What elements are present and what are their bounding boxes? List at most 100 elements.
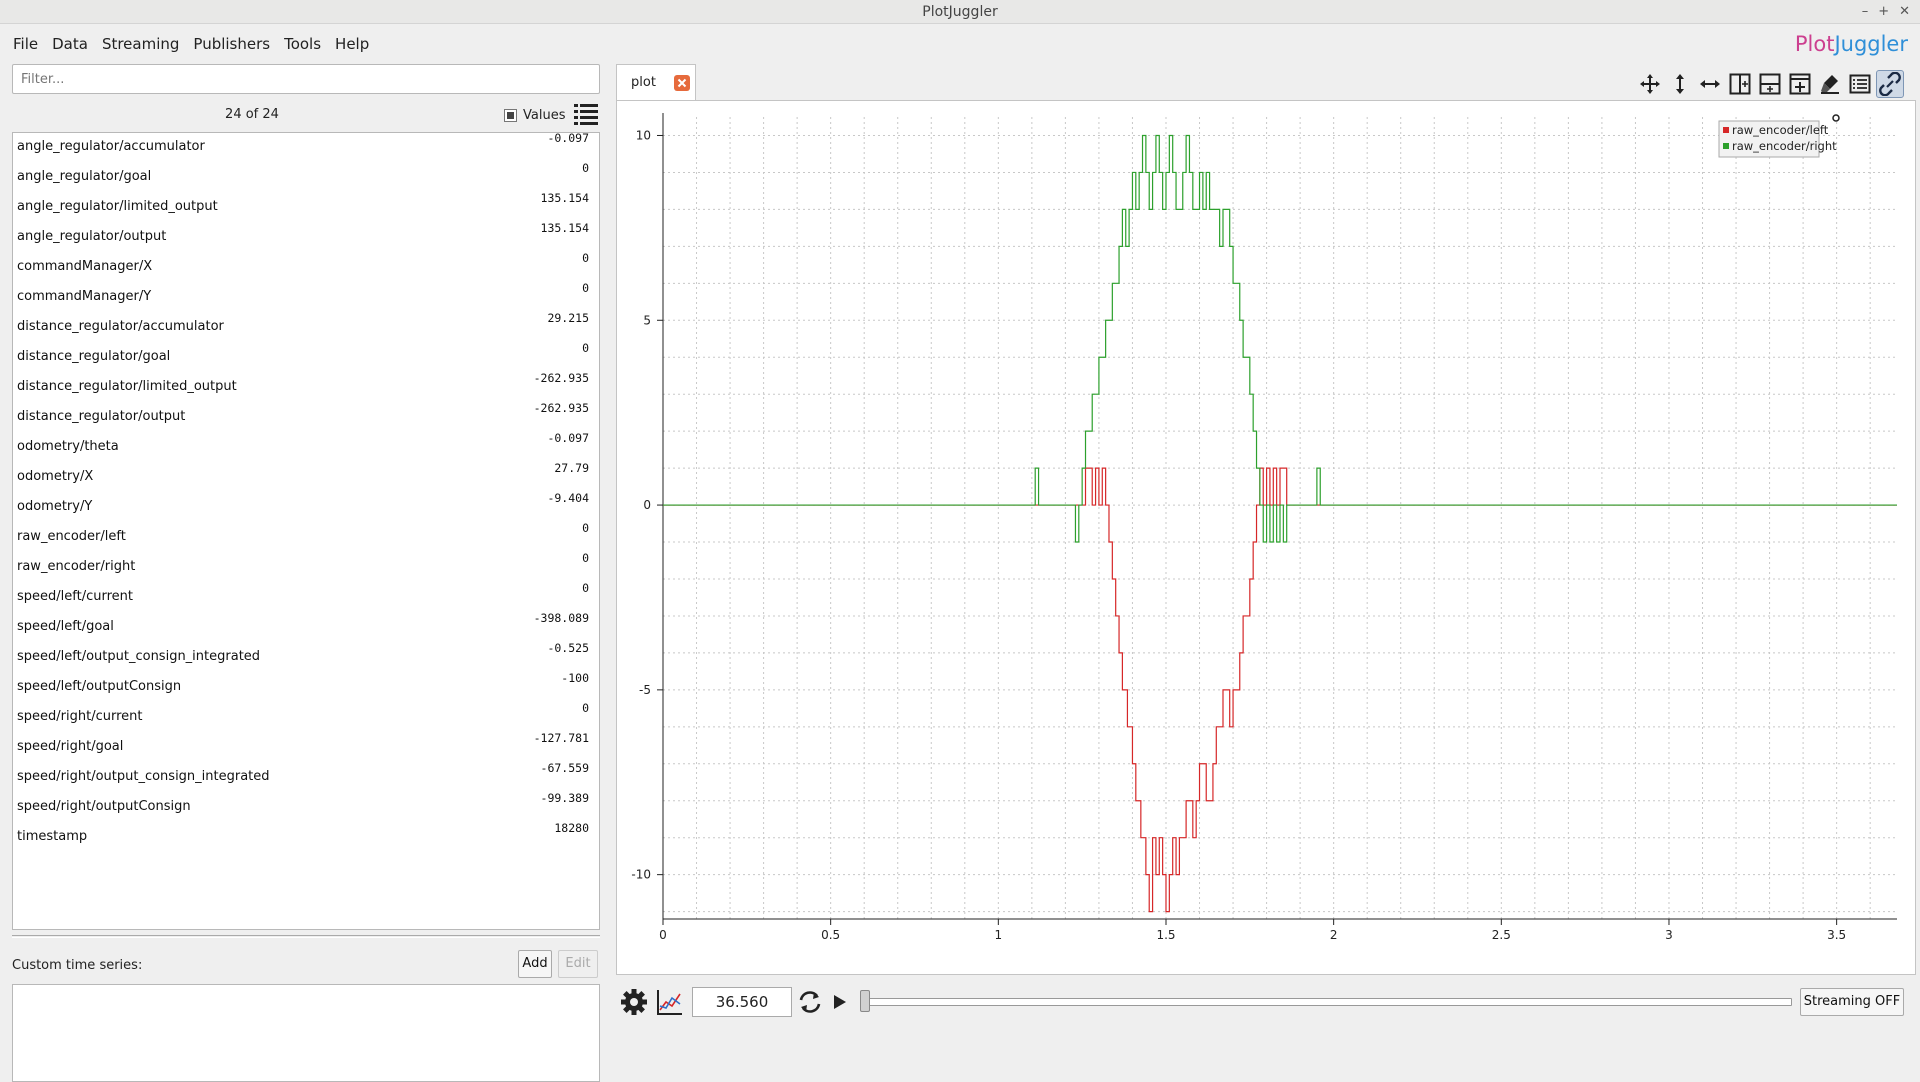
list-item[interactable]: distance_regulator/output -262.935: [13, 401, 599, 433]
list-item[interactable]: distance_regulator/goal 0: [13, 341, 599, 373]
list-item[interactable]: speed/right/outputConsign -99.389: [13, 791, 599, 823]
custom-series-list[interactable]: [12, 984, 600, 1082]
plot-chart[interactable]: 0 0.5 1 1.5 2 2.5 3 3.5 10 5 0 -5 -10 raw_encoder/lef…: [617, 101, 1915, 974]
series-name: angle_regulator/output: [17, 229, 167, 244]
filter-input[interactable]: [12, 64, 600, 94]
list-item[interactable]: speed/left/current 0: [13, 581, 599, 613]
series-value: 0: [582, 281, 589, 295]
tab-plot[interactable]: plot: [616, 64, 696, 100]
menu-file[interactable]: File: [6, 35, 45, 53]
split-horizontal-icon[interactable]: [1726, 70, 1754, 98]
series-name: speed/left/goal: [17, 619, 114, 634]
legend-entry: raw_encoder/left: [1732, 123, 1829, 137]
list-item[interactable]: distance_regulator/accumulator 29.215: [13, 311, 599, 343]
time-display[interactable]: 36.560: [692, 987, 792, 1017]
legend-handle-icon[interactable]: [1832, 114, 1840, 122]
time-slider[interactable]: [860, 998, 1792, 1006]
link-icon[interactable]: [1876, 70, 1904, 98]
series-value: -0.097: [547, 431, 589, 445]
maximize-icon[interactable]: +: [1878, 0, 1889, 24]
list-item[interactable]: raw_encoder/left 0: [13, 521, 599, 553]
series-name: commandManager/X: [17, 259, 153, 274]
list-item[interactable]: odometry/X 27.79: [13, 461, 599, 493]
series-name: distance_regulator/accumulator: [17, 319, 224, 334]
custom-series-label: Custom time series:: [12, 958, 143, 973]
add-plot-icon[interactable]: [1786, 70, 1814, 98]
list-item[interactable]: speed/left/output_consign_integrated -0.5…: [13, 641, 599, 673]
add-button[interactable]: Add: [518, 950, 552, 978]
plot-area[interactable]: 0 0.5 1 1.5 2 2.5 3 3.5 10 5 0 -5 -10 raw_encoder/lef…: [616, 100, 1916, 975]
list-item[interactable]: speed/left/outputConsign -100: [13, 671, 599, 703]
tab-close-icon[interactable]: [674, 75, 690, 91]
list-item[interactable]: timestamp 18280: [13, 821, 599, 853]
edit-button[interactable]: Edit: [558, 950, 598, 978]
series-name: speed/left/output_consign_integrated: [17, 649, 261, 664]
list-item[interactable]: speed/right/current 0: [13, 701, 599, 733]
list-item[interactable]: commandManager/X 0: [13, 251, 599, 283]
list-item[interactable]: speed/right/goal -127.781: [13, 731, 599, 763]
list-item[interactable]: speed/left/goal -398.089: [13, 611, 599, 643]
settings-gear-icon[interactable]: [618, 986, 650, 1018]
chart-style-icon[interactable]: [654, 986, 686, 1018]
series-name: angle_regulator/goal: [17, 169, 152, 184]
series-name: speed/right/outputConsign: [17, 799, 191, 814]
brand-logo: PlotJuggler: [1794, 32, 1908, 56]
series-name: commandManager/Y: [17, 289, 152, 304]
tab-label: plot: [631, 75, 656, 90]
series-name: speed/left/outputConsign: [17, 679, 182, 694]
split-vertical-icon[interactable]: [1756, 70, 1784, 98]
move-icon[interactable]: [1636, 70, 1664, 98]
menu-data[interactable]: Data: [45, 35, 95, 53]
sync-icon[interactable]: [796, 988, 824, 1016]
zoom-vertical-icon[interactable]: [1666, 70, 1694, 98]
series-name: distance_regulator/goal: [17, 349, 171, 364]
vertical-splitter[interactable]: [608, 64, 612, 1030]
series-name: speed/right/output_consign_integrated: [17, 769, 270, 784]
values-checkbox[interactable]: Values: [504, 102, 565, 128]
list-item[interactable]: raw_encoder/right 0: [13, 551, 599, 583]
zoom-horizontal-icon[interactable]: [1696, 70, 1724, 98]
list-item[interactable]: commandManager/Y 0: [13, 281, 599, 313]
clear-icon[interactable]: [1816, 70, 1844, 98]
series-name: speed/right/goal: [17, 739, 124, 754]
series-name: timestamp: [17, 829, 88, 844]
timeseries-list[interactable]: angle_regulator/accumulator -0.097 angle_r…: [12, 131, 600, 930]
legend-icon[interactable]: [1846, 70, 1874, 98]
series-value: -0.525: [547, 641, 589, 655]
checkbox-icon[interactable]: [504, 108, 517, 122]
x-tick-label: 1.5: [1156, 928, 1175, 942]
series-value: 0: [582, 551, 589, 565]
minimize-icon[interactable]: –: [1862, 0, 1869, 24]
series-name: odometry/X: [17, 469, 94, 484]
play-icon[interactable]: [828, 988, 852, 1016]
list-item[interactable]: odometry/Y -9.404: [13, 491, 599, 523]
time-slider-handle[interactable]: [860, 990, 870, 1012]
series-value: 18280: [554, 821, 589, 835]
streaming-button[interactable]: Streaming OFF: [1800, 988, 1904, 1016]
list-item[interactable]: angle_regulator/limited_output 135.154: [13, 191, 599, 223]
series-value: -9.404: [547, 491, 589, 505]
x-tick-label: 1: [995, 928, 1003, 942]
list-item[interactable]: odometry/theta -0.097: [13, 431, 599, 463]
panel-splitter[interactable]: [12, 935, 600, 938]
playback-bar: 36.560 Streaming OFF: [614, 978, 1920, 1028]
legend-swatch: [1723, 127, 1729, 133]
menu-help[interactable]: Help: [328, 35, 376, 53]
series-value: 0: [582, 161, 589, 175]
menu-tools[interactable]: Tools: [277, 35, 328, 53]
menu-streaming[interactable]: Streaming: [95, 35, 186, 53]
list-item[interactable]: speed/right/output_consign_integrated -67…: [13, 761, 599, 793]
list-item[interactable]: angle_regulator/goal 0: [13, 161, 599, 193]
y-tick-label: 10: [636, 128, 651, 142]
list-item[interactable]: angle_regulator/output 135.154: [13, 221, 599, 253]
series-name: distance_regulator/limited_output: [17, 379, 237, 394]
close-icon[interactable]: ✕: [1899, 0, 1910, 24]
series-name: speed/left/current: [17, 589, 133, 604]
list-view-icon[interactable]: [572, 100, 600, 128]
series-value: -398.089: [533, 611, 589, 625]
list-item[interactable]: distance_regulator/limited_output -262.93…: [13, 371, 599, 403]
series-name: speed/right/current: [17, 709, 143, 724]
list-item[interactable]: angle_regulator/accumulator -0.097: [13, 131, 599, 163]
series-name: odometry/Y: [17, 499, 93, 514]
menu-publishers[interactable]: Publishers: [186, 35, 277, 53]
